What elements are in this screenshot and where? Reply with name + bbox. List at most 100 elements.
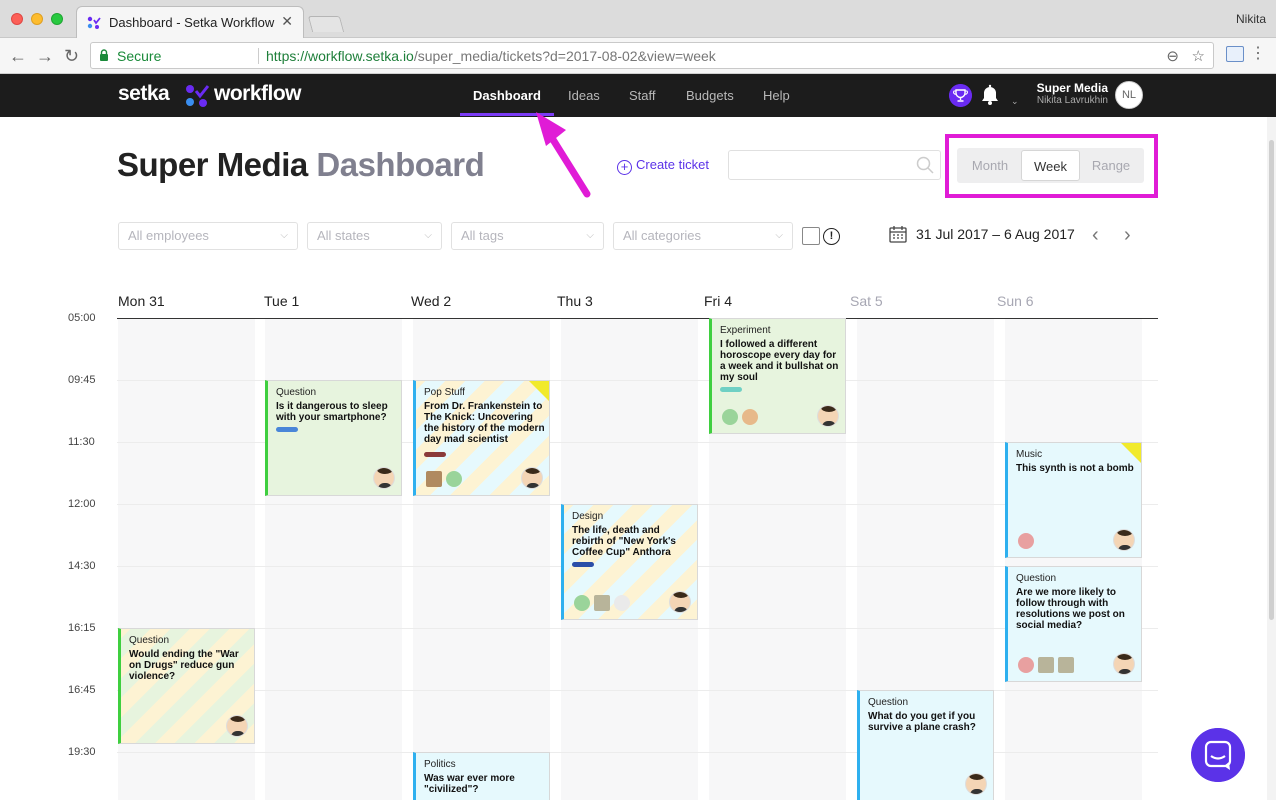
account-chevron-icon[interactable]: ⌄	[1011, 96, 1019, 107]
assignee-avatar[interactable]	[521, 467, 543, 489]
address-separator	[258, 48, 259, 64]
ticket-category: Music	[1016, 449, 1043, 460]
ticket-card[interactable]: Question Are we more likely to follow th…	[1005, 566, 1142, 682]
browser-profile-name[interactable]: Nikita	[1236, 12, 1266, 26]
day-column[interactable]	[1005, 319, 1142, 800]
chevron-down-icon: ⌵	[280, 230, 288, 241]
view-week-button[interactable]: Week	[1021, 150, 1080, 181]
tab-close-icon[interactable]: ✕	[281, 13, 293, 30]
ticket-title: Are we more likely to follow through wit…	[1016, 587, 1125, 631]
day-header-sun: Sun 6	[997, 293, 1034, 309]
app-header: setka workflow Dashboard Ideas Staff Bud…	[0, 74, 1276, 117]
forward-arrow-icon[interactable]: →	[36, 46, 54, 66]
ticket-title: What do you get if you survive a plane c…	[868, 711, 976, 733]
time-label: 09:45	[68, 374, 96, 386]
tags-filter[interactable]: All tags ⌵	[451, 222, 604, 250]
view-range-button[interactable]: Range	[1083, 150, 1139, 181]
ticket-tag	[720, 387, 742, 392]
assignee-avatar[interactable]	[226, 715, 248, 737]
ticket-card[interactable]: Politics Was war ever more "civilized"?	[413, 752, 550, 800]
create-ticket-button[interactable]: + Create ticket	[617, 157, 709, 175]
ticket-tag	[424, 452, 446, 457]
ticket-tag	[572, 562, 594, 567]
user-avatar[interactable]: NL	[1115, 81, 1143, 109]
staff-avatar	[1018, 533, 1034, 549]
trophy-icon[interactable]	[949, 84, 972, 107]
ticket-category: Question	[868, 697, 909, 708]
assignee-avatar[interactable]	[965, 773, 987, 795]
nav-dashboard[interactable]: Dashboard	[473, 88, 541, 103]
chevron-down-icon: ⌵	[586, 230, 594, 241]
nav-ideas[interactable]: Ideas	[568, 88, 600, 103]
bookmark-star-icon[interactable]: ☆	[1192, 47, 1205, 65]
ticket-card[interactable]: Experiment I followed a different horosc…	[709, 318, 846, 434]
browser-menu-icon[interactable]: ⋮	[1250, 45, 1266, 63]
sticky-note-corner	[529, 381, 549, 401]
time-label: 16:45	[68, 684, 96, 696]
maximize-window-button[interactable]	[51, 13, 63, 25]
assignee-avatar[interactable]	[1113, 653, 1135, 675]
employees-filter-label: All employees	[128, 228, 209, 243]
nav-staff[interactable]: Staff	[629, 88, 656, 103]
page-title-org: Super Media	[117, 146, 308, 183]
assignee-avatar[interactable]	[1113, 529, 1135, 551]
ticket-category: Experiment	[720, 325, 771, 336]
ticket-card[interactable]: Music This synth is not a bomb	[1005, 442, 1142, 558]
create-ticket-label: Create ticket	[636, 157, 709, 172]
account-org-name[interactable]: Super Media	[1037, 81, 1108, 95]
assignee-avatar[interactable]	[817, 405, 839, 427]
document-icon	[1058, 657, 1074, 673]
back-arrow-icon[interactable]: ←	[9, 46, 27, 66]
nav-help[interactable]: Help	[763, 88, 790, 103]
ticket-card[interactable]: Pop Stuff From Dr. Frankenstein to The K…	[413, 380, 550, 496]
ticket-card[interactable]: Question Would ending the "War on Drugs"…	[118, 628, 255, 744]
ticket-card[interactable]: Question What do you get if you survive …	[857, 690, 994, 800]
employees-filter[interactable]: All employees ⌵	[118, 222, 298, 250]
close-window-button[interactable]	[11, 13, 23, 25]
url-text[interactable]: https://workflow.setka.io/super_media/ti…	[266, 48, 716, 64]
setka-favicon-icon	[87, 16, 101, 29]
time-gridline	[117, 690, 1158, 691]
account-user-name[interactable]: Nikita Lavrukhin	[1037, 95, 1108, 106]
prev-week-icon[interactable]: ‹	[1092, 224, 1099, 246]
extension-icon[interactable]	[1226, 46, 1244, 62]
overdue-checkbox[interactable]	[802, 227, 820, 245]
calendar-icon[interactable]	[889, 226, 907, 243]
ticket-card[interactable]: Design The life, death and rebirth of "N…	[561, 504, 698, 620]
search-icon[interactable]	[916, 156, 934, 174]
ticket-title: Would ending the "War on Drugs" reduce g…	[129, 649, 239, 682]
categories-filter[interactable]: All categories ⌵	[613, 222, 793, 250]
ticket-category: Pop Stuff	[424, 387, 465, 398]
reload-icon[interactable]: ↻	[64, 46, 79, 66]
ticket-title: Was war ever more "civilized"?	[424, 773, 515, 795]
search-input[interactable]	[728, 150, 941, 180]
info-icon[interactable]: !	[823, 228, 840, 245]
time-label: 14:30	[68, 560, 96, 572]
day-header-thu: Thu 3	[557, 293, 593, 309]
annotation-arrow	[536, 112, 591, 198]
day-header-fri: Fri 4	[704, 293, 732, 309]
chevron-down-icon: ⌵	[775, 230, 783, 241]
ticket-category: Design	[572, 511, 604, 522]
date-range[interactable]: 31 Jul 2017 – 6 Aug 2017	[916, 226, 1075, 242]
view-month-button[interactable]: Month	[963, 150, 1017, 181]
support-chat-icon[interactable]	[1191, 728, 1245, 782]
nav-budgets[interactable]: Budgets	[686, 88, 734, 103]
assignee-avatar[interactable]	[669, 591, 691, 613]
logo-workflow-text: workflow	[214, 82, 302, 105]
notifications-bell-icon[interactable]	[979, 84, 1001, 106]
time-gridline	[117, 628, 1158, 629]
staff-avatar	[614, 595, 630, 611]
ticket-card[interactable]: Question Is it dangerous to sleep with y…	[265, 380, 402, 496]
new-tab-button[interactable]	[307, 16, 345, 32]
time-gridline	[117, 752, 1158, 753]
page-scrollbar-thumb[interactable]	[1269, 140, 1274, 620]
minimize-window-button[interactable]	[31, 13, 43, 25]
address-bar[interactable]: Secure https://workflow.setka.io/super_m…	[90, 42, 1214, 69]
browser-tab[interactable]: Dashboard - Setka Workflow ✕	[76, 6, 304, 39]
lock-icon	[100, 49, 108, 61]
assignee-avatar[interactable]	[373, 467, 395, 489]
zoom-icon[interactable]: ⊖	[1166, 47, 1179, 65]
next-week-icon[interactable]: ›	[1124, 224, 1131, 246]
states-filter[interactable]: All states ⌵	[307, 222, 442, 250]
